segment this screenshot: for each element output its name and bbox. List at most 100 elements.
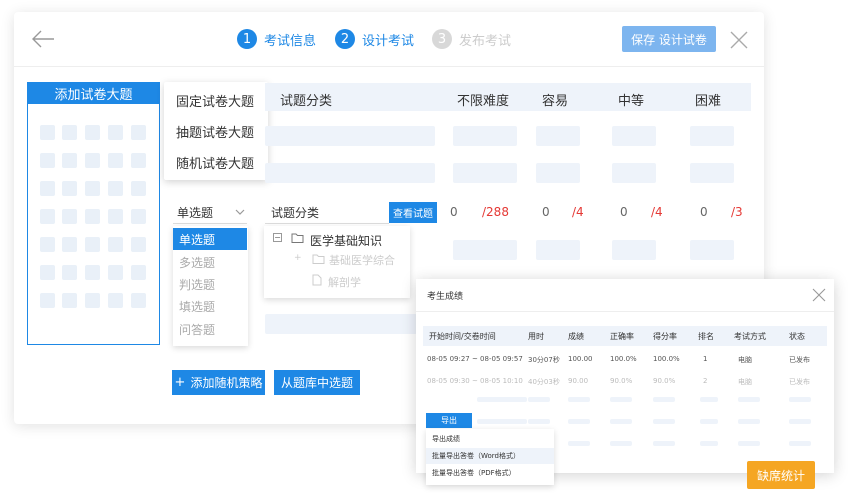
cell-rank: 1 [703,355,708,363]
placeholder-cell [738,441,760,446]
dropdown-option-qa[interactable]: 问答题 [173,318,247,340]
view-questions-button[interactable]: 查看试题 [389,202,437,223]
placeholder-cell [653,419,675,424]
placeholder-cell [40,237,55,252]
dropdown-option-fill[interactable]: 填选题 [173,295,247,317]
tree-node-leaf[interactable]: 解剖学 [328,274,361,290]
col-rank: 排名 [698,332,714,341]
placeholder-cell [85,237,100,252]
cell-score: 100.00 [568,355,593,363]
cell-status: 已发布 [789,378,810,386]
placeholder-cell [477,397,527,402]
col-score: 成绩 [568,332,584,341]
placeholder-cell [40,153,55,168]
back-arrow-icon[interactable] [30,28,56,50]
step-label: 发布考试 [459,33,512,49]
header-divider [14,66,764,67]
placeholder-cell [568,441,590,446]
cell-duration: 30分07秒 [528,356,560,364]
easy-total: /4 [572,205,584,219]
select-from-bank-button[interactable]: 从题库中选题 [274,370,360,395]
any-count: 0 [450,205,458,219]
easy-count: 0 [542,205,550,219]
header-any-difficulty: 不限难度 [457,94,510,109]
placeholder-cell [85,125,100,140]
cell-score-rate: 90.0% [653,377,676,385]
step-label: 考试信息 [264,33,317,49]
placeholder-cell [477,419,527,424]
placeholder-cell [40,209,55,224]
cell-rank: 2 [703,377,708,385]
placeholder-cell [85,265,100,280]
folder-open-icon [291,233,304,243]
placeholder-cell [108,153,123,168]
placeholder-cell [131,125,146,140]
step-publish-exam[interactable]: 3 发布考试 [432,28,511,50]
collapse-toggle[interactable]: − [273,233,282,242]
header-medium: 中等 [618,94,645,109]
placeholder-cell [610,419,632,424]
modal-title: 考生成绩 [427,292,464,302]
question-type-value: 单选题 [177,206,214,220]
placeholder-cell [789,419,811,424]
add-section-button[interactable]: 添加试卷大题 [27,82,160,104]
folder-icon [312,254,325,264]
dropdown-option-single[interactable]: 单选题 [173,228,247,250]
close-icon[interactable] [729,30,749,50]
placeholder-cell [62,125,77,140]
save-design-button[interactable]: 保存 设计试卷 [622,26,716,52]
medium-total: /4 [651,205,663,219]
placeholder-cell [62,209,77,224]
absent-stats-button[interactable]: 缺席统计 [747,461,815,489]
placeholder-cell [40,293,55,308]
placeholder-cell [108,125,123,140]
step-number: 1 [237,29,257,49]
placeholder-cell [568,419,590,424]
placeholder-cell [62,237,77,252]
category-input[interactable]: 试题分类 [265,202,389,224]
placeholder-cell [108,293,123,308]
dropdown-option-multiple[interactable]: 多选题 [173,251,247,273]
placeholder-cell [108,237,123,252]
placeholder-cell [131,181,146,196]
cell-time: 08-05 09:27 ~ 08-05 09:57 [427,355,523,363]
dropdown-option-judge[interactable]: 判选题 [173,273,247,295]
menu-item-random-section[interactable]: 随机试卷大题 [164,147,268,177]
step-number: 3 [432,29,452,49]
export-button[interactable]: 导出 [426,413,472,428]
col-status: 状态 [789,332,805,341]
menu-item-draw-section[interactable]: 抽题试卷大题 [164,116,268,146]
tree-node-root[interactable]: 医学基础知识 [310,232,382,249]
placeholder-cell [653,397,675,402]
section-type-menu: 固定试卷大题 抽题试卷大题 随机试卷大题 [164,82,268,180]
placeholder-cell [700,419,718,424]
export-scores-item[interactable]: 导出成绩 [426,431,554,447]
cell-method: 电脑 [738,356,752,364]
placeholder-cell [131,237,146,252]
expand-icon[interactable]: + [294,253,302,263]
medium-count: 0 [620,205,628,219]
plus-icon: + [174,375,186,390]
step-exam-info[interactable]: 1 考试信息 [237,28,316,50]
placeholder-cell [738,419,760,424]
placeholder-cell [610,441,632,446]
export-word-item[interactable]: 批量导出答卷（Word格式） [426,448,554,464]
any-total: /288 [482,205,509,219]
cell-time: 08-05 09:30 ~ 08-05 10:10 [427,377,523,385]
hard-count: 0 [700,205,708,219]
export-pdf-item[interactable]: 批量导出答卷（PDF格式） [426,465,554,481]
step-design-exam[interactable]: 2 设计考试 [335,28,414,50]
menu-item-fixed-section[interactable]: 固定试卷大题 [164,85,268,115]
placeholder-cell [85,209,100,224]
placeholder-cell [108,209,123,224]
category-input-value: 试题分类 [271,206,320,220]
step-number: 2 [335,29,355,49]
placeholder-cell [700,441,718,446]
add-random-strategy-button[interactable]: + 添加随机策略 [172,370,265,395]
cell-method: 电脑 [738,378,752,386]
modal-close-icon[interactable] [812,288,826,302]
tree-node-child[interactable]: 基础医学综合 [329,252,395,268]
placeholder-cell [653,441,675,446]
chevron-down-icon [235,209,245,215]
placeholder-cell [62,293,77,308]
